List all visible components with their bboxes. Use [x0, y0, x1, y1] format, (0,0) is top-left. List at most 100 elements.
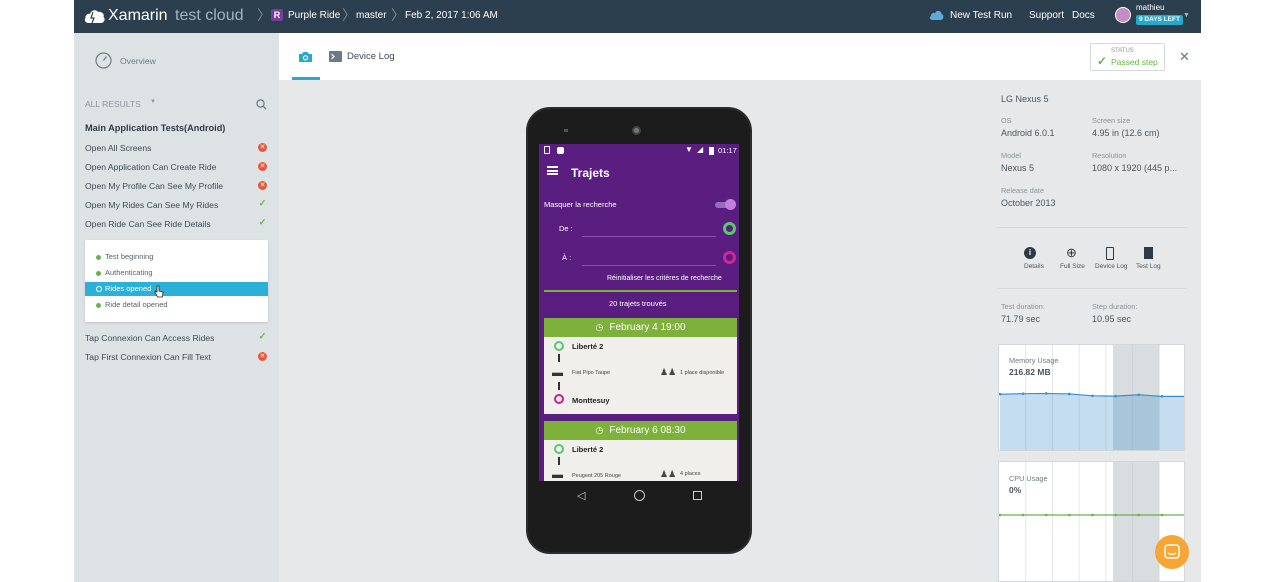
origin-marker-icon: [554, 341, 564, 351]
clock-icon: ◷: [595, 425, 604, 435]
test-item-label[interactable]: Open All Screens: [85, 143, 151, 153]
chevron-down-icon[interactable]: ▼: [1183, 0, 1190, 33]
route-line: [558, 457, 560, 465]
test-item-label[interactable]: Open Application Can Create Ride: [85, 162, 216, 172]
results-count: 20 trajets trouvés: [609, 299, 667, 308]
document-icon[interactable]: [1144, 247, 1153, 259]
step-item[interactable]: Test beginning: [85, 250, 268, 264]
test-log-action[interactable]: Test Log: [1136, 263, 1161, 270]
to-label: À :: [562, 253, 572, 262]
chevron-down-icon[interactable]: ▼: [150, 99, 156, 105]
overview-link[interactable]: Overview: [120, 56, 156, 66]
destination-marker-icon: [723, 251, 736, 264]
test-item-label[interactable]: Open My Profile Can See My Profile: [85, 181, 223, 191]
terminal-icon: [329, 51, 342, 62]
phone-screen: ▼ ◢ 01:17 Trajets Masquer la recherche D…: [539, 144, 739, 481]
docs-link[interactable]: Docs: [1072, 0, 1095, 33]
ride-card[interactable]: ◷ February 6 08:30 Liberté 2 ▬ Peugeot 20…: [544, 421, 737, 481]
data-point: [1021, 513, 1025, 517]
model-label: Model: [1001, 151, 1021, 160]
test-item-label[interactable]: Tap First Connexion Can Fill Text: [85, 352, 211, 362]
tab-device-log[interactable]: Device Log: [347, 51, 395, 62]
breadcrumb-branch[interactable]: master: [356, 0, 387, 33]
details-action[interactable]: Details: [1024, 263, 1044, 270]
breadcrumb-date[interactable]: Feb 2, 2017 1:06 AM: [405, 0, 498, 33]
front-camera-icon: [632, 126, 641, 135]
status-box: STATUS ✓ Passed step: [1090, 43, 1165, 71]
data-point: [1160, 513, 1164, 517]
phone-icon[interactable]: [1106, 247, 1114, 260]
step-item-selected[interactable]: Rides opened: [85, 282, 268, 298]
test-item-label[interactable]: Open My Rides Can See My Rides: [85, 200, 218, 210]
step-dot-icon: [96, 271, 101, 276]
test-item-label[interactable]: Open Ride Can See Ride Details: [85, 219, 211, 229]
ride-card[interactable]: ◷ February 4 19:00 Liberté 2 ▬ Fiat Pipo …: [544, 318, 737, 414]
avatar[interactable]: [1115, 7, 1131, 23]
step-dot-icon: [96, 303, 101, 308]
support-link[interactable]: Support: [1029, 0, 1064, 33]
step-item[interactable]: Ride detail opened: [85, 298, 268, 312]
data-point: [1021, 392, 1025, 395]
origin-marker-icon: [554, 444, 564, 454]
step-dot-icon: [96, 255, 101, 260]
days-left-badge: 9 DAYS LEFT: [1136, 15, 1183, 25]
app-badge: R: [271, 9, 283, 21]
camera-icon[interactable]: [298, 51, 313, 63]
ride-card-header: ◷ February 6 08:30: [544, 421, 737, 440]
new-test-run-link[interactable]: New Test Run: [950, 0, 1012, 33]
data-point: [1114, 394, 1117, 398]
check-icon: ✓: [258, 198, 267, 208]
test-item-label[interactable]: Tap Connexion Can Access Rides: [85, 333, 214, 343]
step-label: Rides opened: [105, 284, 152, 293]
zoom-icon[interactable]: ⊕: [1066, 245, 1077, 261]
ride-car: Fiat Pipo Taupe: [572, 370, 611, 376]
home-icon[interactable]: [634, 490, 645, 501]
signal-icon: ◢: [697, 145, 704, 154]
divider: [544, 290, 737, 292]
memory-chart-value: 216.82 MB: [1009, 367, 1051, 377]
chevron-right-icon: 〉: [391, 7, 405, 23]
battery-icon: [709, 147, 714, 155]
release-label: Release date: [1001, 186, 1045, 195]
data-point: [1068, 392, 1071, 396]
back-icon[interactable]: ◁: [577, 489, 585, 502]
device-log-action[interactable]: Device Log: [1095, 263, 1128, 270]
recents-icon[interactable]: [693, 491, 702, 500]
data-point: [1091, 513, 1094, 517]
os-label: OS: [1001, 116, 1012, 125]
brand-name[interactable]: Xamarin: [108, 0, 168, 33]
breadcrumb-app[interactable]: Purple Ride: [288, 0, 340, 33]
step-label: Authenticating: [105, 268, 153, 277]
step-dot-icon: [96, 286, 102, 292]
to-input[interactable]: [582, 265, 716, 266]
check-icon: ✓: [258, 217, 267, 227]
notification-icon: [544, 146, 550, 154]
divider: [998, 288, 1186, 289]
resolution-value: 1080 x 1920 (445 p...: [1092, 163, 1178, 173]
all-results-dropdown[interactable]: ALL RESULTS: [85, 99, 141, 109]
step-item[interactable]: Authenticating: [85, 266, 268, 280]
data-point: [1091, 394, 1094, 398]
full-size-action[interactable]: Full Size: [1060, 263, 1085, 270]
step-label: Ride detail opened: [105, 300, 168, 309]
chat-launcher-button[interactable]: [1155, 535, 1189, 569]
search-icon[interactable]: [256, 99, 267, 110]
from-input[interactable]: [582, 236, 716, 237]
ride-date: February 4 19:00: [609, 322, 686, 333]
hide-search-label: Masquer la recherche: [544, 200, 617, 209]
route-line: [558, 354, 560, 362]
ride-seats: 4 places: [680, 471, 701, 477]
device-screenshot: ▼ ◢ 01:17 Trajets Masquer la recherche D…: [526, 107, 752, 554]
reset-criteria-button[interactable]: Réinitialiser les critères de recherche: [607, 275, 722, 282]
data-point: [1044, 513, 1048, 517]
series-area: [1000, 393, 1184, 450]
data-point: [1160, 395, 1164, 398]
info-icon[interactable]: i: [1024, 247, 1036, 259]
close-icon[interactable]: ✕: [1179, 49, 1190, 65]
sidebar: Overview ALL RESULTS ▼ Main Application …: [74, 33, 279, 582]
status-label: STATUS: [1111, 48, 1134, 54]
menu-icon[interactable]: [547, 166, 558, 175]
ride-date: February 6 08:30: [609, 425, 686, 436]
device-info-panel: LG Nexus 5 OS Android 6.0.1 Screen size …: [989, 80, 1201, 582]
android-status-bar: ▼ ◢ 01:17: [539, 144, 739, 158]
